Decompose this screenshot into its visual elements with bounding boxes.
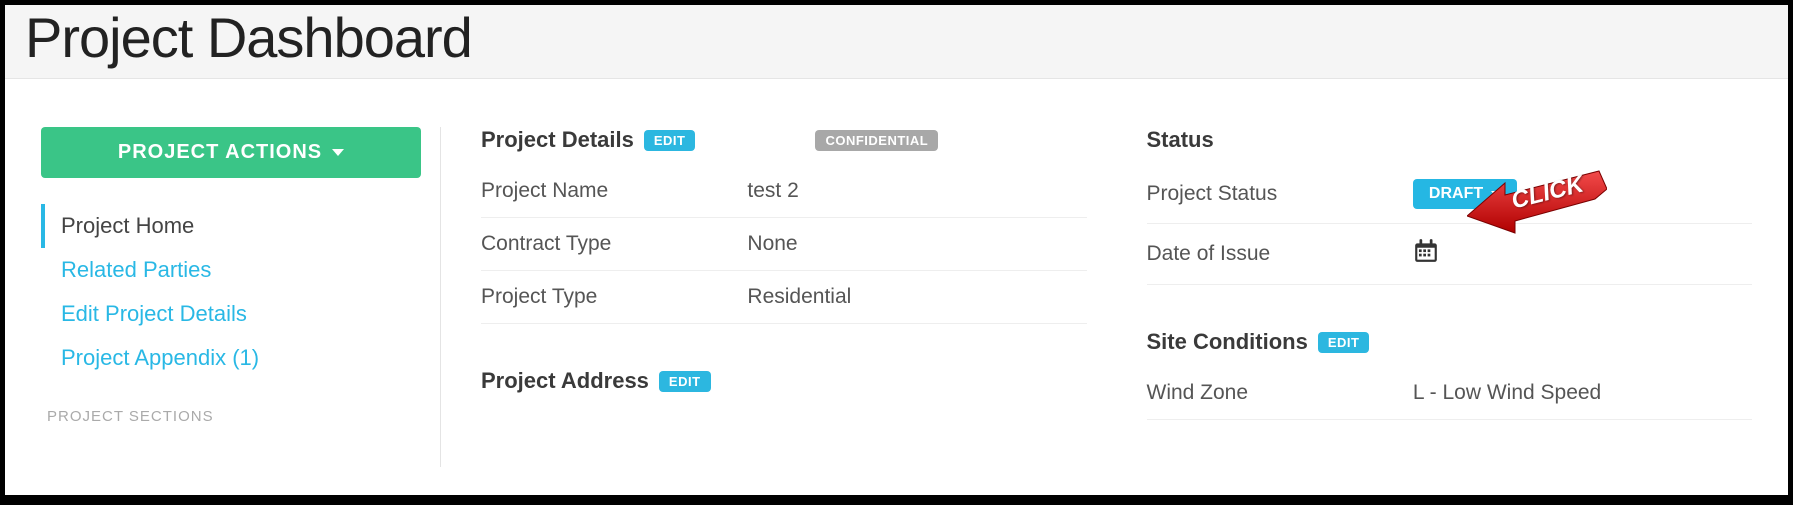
table-row: Project Type Residential (481, 271, 1087, 324)
main-columns: Project Details EDIT CONFIDENTIAL Projec… (441, 127, 1752, 467)
project-status-dropdown[interactable]: DRAFT (1413, 179, 1517, 209)
site-conditions-header: Site Conditions EDIT (1147, 329, 1753, 355)
project-address-header: Project Address EDIT (481, 368, 1087, 394)
status-label: DRAFT (1429, 185, 1483, 203)
sidebar-item-project-home[interactable]: Project Home (41, 204, 410, 248)
table-row: Date of Issue (1147, 224, 1753, 285)
sidebar-item-label: Project Home (61, 213, 194, 238)
calendar-icon[interactable] (1413, 238, 1439, 264)
status-column: Status Project Status DRAFT Date of (1147, 127, 1753, 467)
edit-project-details-button[interactable]: EDIT (644, 130, 696, 151)
section-title: Site Conditions (1147, 329, 1308, 355)
section-title: Project Address (481, 368, 649, 394)
details-column: Project Details EDIT CONFIDENTIAL Projec… (481, 127, 1087, 467)
project-actions-label: PROJECT ACTIONS (118, 141, 322, 164)
detail-val: None (747, 218, 1086, 271)
content-area: PROJECT ACTIONS Project Home Related Par… (5, 79, 1788, 467)
project-details-header: Project Details EDIT CONFIDENTIAL (481, 127, 1087, 153)
sidebar-sections-header: PROJECT SECTIONS (41, 408, 410, 425)
sidebar: PROJECT ACTIONS Project Home Related Par… (41, 127, 441, 467)
site-key: Wind Zone (1147, 367, 1413, 420)
status-key: Date of Issue (1147, 224, 1413, 285)
site-conditions-table: Wind Zone L - Low Wind Speed (1147, 367, 1753, 420)
sidebar-item-project-appendix[interactable]: Project Appendix (1) (41, 336, 410, 380)
chevron-down-icon (1491, 191, 1503, 198)
section-title: Project Details (481, 127, 634, 153)
header-bar: Project Dashboard (5, 5, 1788, 79)
table-row: Project Status DRAFT (1147, 165, 1753, 224)
detail-key: Contract Type (481, 218, 747, 271)
detail-val: test 2 (747, 165, 1086, 218)
edit-project-address-button[interactable]: EDIT (659, 371, 711, 392)
table-row: Contract Type None (481, 218, 1087, 271)
status-table: Project Status DRAFT Date of Issue (1147, 165, 1753, 285)
sidebar-item-label: Edit Project Details (61, 301, 247, 326)
edit-site-conditions-button[interactable]: EDIT (1318, 332, 1370, 353)
sidebar-item-label: Project Appendix (1) (61, 345, 259, 370)
sidebar-nav: Project Home Related Parties Edit Projec… (41, 204, 410, 380)
sidebar-item-label: Related Parties (61, 257, 211, 282)
section-title: Status (1147, 127, 1214, 153)
project-actions-button[interactable]: PROJECT ACTIONS (41, 127, 421, 178)
table-row: Project Name test 2 (481, 165, 1087, 218)
site-val: L - Low Wind Speed (1413, 367, 1752, 420)
sidebar-item-related-parties[interactable]: Related Parties (41, 248, 410, 292)
detail-key: Project Type (481, 271, 747, 324)
status-header: Status (1147, 127, 1753, 153)
project-details-table: Project Name test 2 Contract Type None P… (481, 165, 1087, 324)
detail-val: Residential (747, 271, 1086, 324)
sidebar-item-edit-project-details[interactable]: Edit Project Details (41, 292, 410, 336)
page-title: Project Dashboard (25, 5, 1768, 70)
table-row: Wind Zone L - Low Wind Speed (1147, 367, 1753, 420)
confidential-badge: CONFIDENTIAL (815, 130, 938, 151)
chevron-down-icon (332, 149, 344, 156)
detail-key: Project Name (481, 165, 747, 218)
status-key: Project Status (1147, 165, 1413, 224)
